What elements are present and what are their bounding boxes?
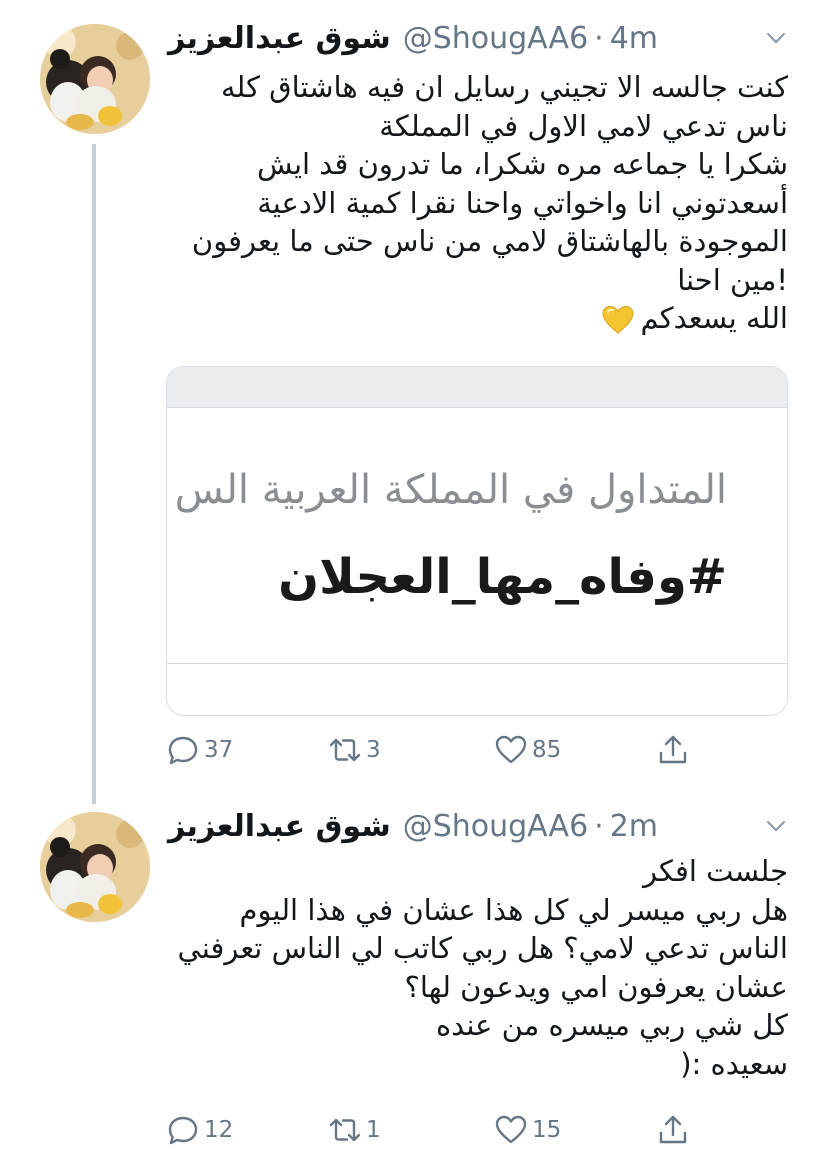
retweet-icon xyxy=(329,738,361,762)
retweet-count: 1 xyxy=(366,1117,381,1143)
display-name[interactable]: شوق عبدالعزيز xyxy=(168,21,391,56)
thread-line xyxy=(92,144,96,804)
chevron-down-icon[interactable] xyxy=(764,26,788,50)
like-count: 15 xyxy=(532,1117,562,1143)
share-icon xyxy=(659,735,687,764)
share-button[interactable] xyxy=(656,1110,690,1150)
tweet-text-line: الله يسعدكم xyxy=(640,301,788,335)
reply-button[interactable]: 37 xyxy=(166,730,233,770)
tweet-text-line: جلست افكر xyxy=(642,854,788,888)
retweet-count: 3 xyxy=(366,737,381,763)
avatar[interactable] xyxy=(40,812,150,922)
tweet-header: شوق عبدالعزيز @ShougAA6 · 4m xyxy=(168,18,788,58)
reply-button[interactable]: 12 xyxy=(166,1110,233,1150)
display-name[interactable]: شوق عبدالعزيز xyxy=(168,809,391,844)
tweet-text-line-with-emoji: الله يسعدكم xyxy=(168,299,788,338)
separator-dot: · xyxy=(594,20,604,56)
tweet-text-line: كل شي ربي ميسره من عنده xyxy=(435,1008,788,1042)
avatar-image xyxy=(40,24,150,134)
like-count: 85 xyxy=(532,737,562,763)
tweet-header: شوق عبدالعزيز @ShougAA6 · 2m xyxy=(168,806,788,846)
media-card[interactable]: المتداول في المملكة العربية الس #وفاه_مه… xyxy=(166,366,788,716)
timestamp[interactable]: 4m xyxy=(610,21,658,56)
tweet-text: كنت جالسه الا تجيني رسايل ان فيه هاشتاق … xyxy=(168,68,788,338)
yellow-heart-icon xyxy=(602,305,634,334)
username-handle[interactable]: @ShougAA6 xyxy=(403,809,588,844)
like-button[interactable]: 85 xyxy=(494,730,561,770)
tweet-text-line: أسعدتوني انا واخواتي واحنا نقرا كمية الا… xyxy=(257,185,788,220)
retweet-icon xyxy=(329,1118,361,1142)
tweet-text-line: ناس تدعي لامي الاول في المملكة xyxy=(379,108,788,143)
retweet-button[interactable]: 1 xyxy=(328,1110,381,1150)
tweet-text-line: الناس تدعي لامي؟ هل ربي كاتب لي الناس تع… xyxy=(177,931,788,965)
card-subtitle: المتداول في المملكة العربية الس xyxy=(174,467,727,513)
tweet-text-line: هل ربي ميسر لي كل هذا عشان في هذا اليوم xyxy=(239,892,788,927)
tweet-text-line: عشان يعرفون امي ويدعون لها؟ xyxy=(404,969,788,1004)
like-button[interactable]: 15 xyxy=(494,1110,561,1150)
tweet-text-line: شكرا يا جماعه مره شكرا، ما تدرون قد ايش xyxy=(256,147,788,181)
tweet-actions: 37 3 85 xyxy=(166,730,726,770)
tweet-text-line: !مين احنا xyxy=(677,262,788,297)
share-button[interactable] xyxy=(656,730,690,770)
chevron-down-icon[interactable] xyxy=(764,814,788,838)
tweet-text: جلست افكر هل ربي ميسر لي كل هذا عشان في … xyxy=(168,852,788,1083)
username-handle[interactable]: @ShougAA6 xyxy=(403,21,588,56)
separator-dot: · xyxy=(594,808,604,844)
heart-icon xyxy=(495,1115,527,1144)
avatar[interactable] xyxy=(40,24,150,134)
card-header-bar xyxy=(167,367,787,407)
reply-icon xyxy=(168,1116,198,1145)
tweet-actions: 12 1 15 xyxy=(166,1110,726,1150)
card-hashtag: #وفاه_مها_العجلان xyxy=(278,549,727,605)
tweet-text-line: الموجودة بالهاشتاق لامي من ناس حتى ما يع… xyxy=(191,224,788,258)
avatar-image xyxy=(40,812,150,922)
tweet-text-line: كنت جالسه الا تجيني رسايل ان فيه هاشتاق … xyxy=(220,70,788,104)
divider xyxy=(167,663,787,664)
reply-count: 37 xyxy=(204,737,234,763)
share-icon xyxy=(659,1115,687,1144)
reply-count: 12 xyxy=(204,1117,234,1143)
tweet-text-line: سعيده :( xyxy=(680,1046,788,1081)
divider xyxy=(167,407,787,408)
timestamp[interactable]: 2m xyxy=(610,809,658,844)
heart-icon xyxy=(495,735,527,764)
reply-icon xyxy=(168,736,198,765)
retweet-button[interactable]: 3 xyxy=(328,730,381,770)
